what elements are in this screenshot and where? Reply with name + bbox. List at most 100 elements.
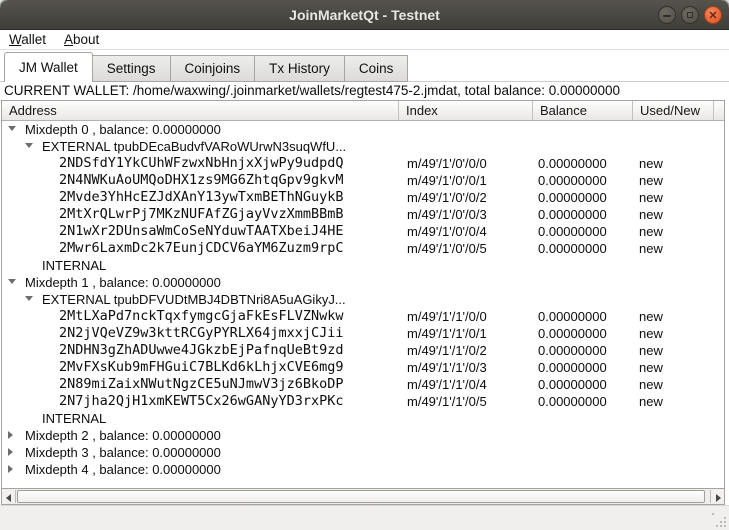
tree-group-row[interactable]: Mixdepth 3 , balance: 0.00000000 xyxy=(2,444,724,461)
chevron-down-icon[interactable] xyxy=(25,296,33,301)
balance-value: 0.00000000 xyxy=(538,189,607,206)
address-row[interactable]: 2Mvde3YhHcEZJdXAnY13ywTxmBEThNGuykB m/49'… xyxy=(2,189,724,206)
tab-coins[interactable]: Coins xyxy=(345,55,409,82)
close-icon[interactable]: ✕ xyxy=(704,6,722,24)
address-label: 2MvFXsKub9mFHGuiC7BLKd6kLhjxCVE6mg9 xyxy=(59,359,343,376)
resize-grip-icon[interactable] xyxy=(712,513,726,527)
wallet-tree: AddressIndexBalanceUsed/New Mixdepth 0 ,… xyxy=(1,100,725,505)
status-badge: new xyxy=(639,359,663,376)
menu-bar: WalletAbout xyxy=(0,30,729,50)
address-row[interactable]: 2NDHN3gZhADUwwe4JGkzbEjPafnqUeBt9zd m/49'… xyxy=(2,342,724,359)
chevron-down-icon[interactable] xyxy=(8,279,16,284)
address-label: 2N1wXr2DUnsaWmCoSeNYduwTAATXbeiJ4HE xyxy=(59,223,343,240)
group-label: Mixdepth 1 , balance: 0.00000000 xyxy=(25,274,221,291)
tree-group-row[interactable]: Mixdepth 0 , balance: 0.00000000 xyxy=(2,121,724,138)
menu-item-about[interactable]: About xyxy=(55,30,108,47)
address-label: 2N2jVQeVZ9w3kttRCGyPYRLX64jmxxjCJii xyxy=(59,325,343,342)
title-bar[interactable]: JoinMarketQt - Testnet ✕ xyxy=(0,0,729,30)
address-row[interactable]: 2NDSfdY1YkCUhWFzwxNbHnjxXjwPy9udpdQm/49'… xyxy=(2,155,724,172)
address-row[interactable]: 2N4NWKuAoUMQoDHX1zs9MG6ZhtqGpv9gkvMm/49'… xyxy=(2,172,724,189)
window-title: JoinMarketQt - Testnet xyxy=(0,0,729,30)
hd-path: m/49'/1'/1'/0/3 xyxy=(407,359,487,376)
column-header-address[interactable]: Address xyxy=(2,101,399,120)
balance-value: 0.00000000 xyxy=(538,172,607,189)
tree-group-row[interactable]: Mixdepth 2 , balance: 0.00000000 xyxy=(2,427,724,444)
chevron-down-icon[interactable] xyxy=(25,143,33,148)
tab-settings[interactable]: Settings xyxy=(93,55,171,82)
tree-group-row[interactable]: INTERNAL xyxy=(2,257,724,274)
balance-value: 0.00000000 xyxy=(538,223,607,240)
status-badge: new xyxy=(639,376,663,393)
tab-coinjoins[interactable]: Coinjoins xyxy=(171,55,256,82)
balance-value: 0.00000000 xyxy=(538,206,607,223)
scroll-left-icon[interactable] xyxy=(2,490,16,503)
hd-path: m/49'/1'/0'/0/3 xyxy=(407,206,487,223)
current-wallet-banner: CURRENT WALLET: /home/waxwing/.joinmarke… xyxy=(0,82,729,100)
tree-group-row[interactable]: Mixdepth 1 , balance: 0.00000000 xyxy=(2,274,724,291)
tab-jm-wallet[interactable]: JM Wallet xyxy=(4,52,93,82)
hd-path: m/49'/1'/0'/0/2 xyxy=(407,189,487,206)
group-label: EXTERNAL tpubDEcaBudvfVARoWUrwN3suqWfU..… xyxy=(42,138,346,155)
status-badge: new xyxy=(639,240,663,257)
tree-group-row[interactable]: INTERNAL xyxy=(2,410,724,427)
scrollbar-thumb[interactable] xyxy=(17,490,705,503)
hd-path: m/49'/1'/0'/0/1 xyxy=(407,172,487,189)
address-row[interactable]: 2N89miZaixNWutNgzCE5uNJmwV3jz6BkoDPm/49'… xyxy=(2,376,724,393)
status-badge: new xyxy=(639,206,663,223)
group-label: Mixdepth 0 , balance: 0.00000000 xyxy=(25,121,221,138)
balance-value: 0.00000000 xyxy=(538,359,607,376)
column-header-index[interactable]: Index xyxy=(399,101,533,120)
chevron-right-icon[interactable] xyxy=(8,448,13,456)
balance-value: 0.00000000 xyxy=(538,376,607,393)
hd-path: m/49'/1'/0'/0/0 xyxy=(407,155,487,172)
balance-value: 0.00000000 xyxy=(538,240,607,257)
chevron-right-icon[interactable] xyxy=(8,431,13,439)
address-label: 2Mwr6LaxmDc2k7EunjCDCV6aYM6Zuzm9rpC xyxy=(59,240,343,257)
column-header-balance[interactable]: Balance xyxy=(533,101,633,120)
address-label: 2NDHN3gZhADUwwe4JGkzbEjPafnqUeBt9zd xyxy=(59,342,343,359)
tree-body: Mixdepth 0 , balance: 0.00000000EXTERNAL… xyxy=(2,121,724,488)
hd-path: m/49'/1'/1'/0/5 xyxy=(407,393,487,410)
tree-group-row[interactable]: Mixdepth 4 , balance: 0.00000000 xyxy=(2,461,724,478)
status-badge: new xyxy=(639,155,663,172)
app-window: JoinMarketQt - Testnet ✕ WalletAbout JM … xyxy=(0,0,729,530)
balance-value: 0.00000000 xyxy=(538,393,607,410)
address-row[interactable]: 2MvFXsKub9mFHGuiC7BLKd6kLhjxCVE6mg9 m/49'… xyxy=(2,359,724,376)
menu-item-wallet[interactable]: Wallet xyxy=(0,30,55,47)
address-row[interactable]: 2MtXrQLwrPj7MKzNUFAfZGjayVvzXmmBBmBm/49'… xyxy=(2,206,724,223)
address-label: 2N7jha2QjH1xmKEWT5Cx26wGANyYD3rxPKc xyxy=(59,393,343,410)
column-header-used-new[interactable]: Used/New xyxy=(633,101,714,120)
window-controls: ✕ xyxy=(658,6,722,24)
balance-value: 0.00000000 xyxy=(538,308,607,325)
address-row[interactable]: 2Mwr6LaxmDc2k7EunjCDCV6aYM6Zuzm9rpC m/49'… xyxy=(2,240,724,257)
status-badge: new xyxy=(639,308,663,325)
address-row[interactable]: 2MtLXaPd7nckTqxfymgcGjaFkEsFLVZNwkwm/49'… xyxy=(2,308,724,325)
address-row[interactable]: 2N1wXr2DUnsaWmCoSeNYduwTAATXbeiJ4HE m/49'… xyxy=(2,223,724,240)
tab-tx-history[interactable]: Tx History xyxy=(255,55,345,82)
balance-value: 0.00000000 xyxy=(538,342,607,359)
address-row[interactable]: 2N7jha2QjH1xmKEWT5Cx26wGANyYD3rxPKc m/49'… xyxy=(2,393,724,410)
hd-path: m/49'/1'/1'/0/1 xyxy=(407,325,487,342)
hd-path: m/49'/1'/1'/0/2 xyxy=(407,342,487,359)
chevron-down-icon[interactable] xyxy=(8,126,16,131)
hd-path: m/49'/1'/0'/0/4 xyxy=(407,223,487,240)
tree-group-row[interactable]: EXTERNAL tpubDFVUDtMBJ4DBTNri8A5uAGikyJ.… xyxy=(2,291,724,308)
group-label: INTERNAL xyxy=(42,257,106,274)
chevron-right-icon[interactable] xyxy=(8,465,13,473)
status-badge: new xyxy=(639,325,663,342)
status-bar xyxy=(0,505,729,530)
group-label: Mixdepth 4 , balance: 0.00000000 xyxy=(25,461,221,478)
scroll-right-icon[interactable] xyxy=(710,490,724,503)
tree-group-row[interactable]: EXTERNAL tpubDEcaBudvfVARoWUrwN3suqWfU..… xyxy=(2,138,724,155)
address-label: 2N89miZaixNWutNgzCE5uNJmwV3jz6BkoDP xyxy=(59,376,343,393)
horizontal-scrollbar[interactable] xyxy=(2,488,724,504)
address-label: 2Mvde3YhHcEZJdXAnY13ywTxmBEThNGuykB xyxy=(59,189,343,206)
minimize-icon[interactable] xyxy=(658,6,676,24)
address-row[interactable]: 2N2jVQeVZ9w3kttRCGyPYRLX64jmxxjCJii m/49'… xyxy=(2,325,724,342)
group-label: INTERNAL xyxy=(42,410,106,427)
group-label: Mixdepth 2 , balance: 0.00000000 xyxy=(25,427,221,444)
hd-path: m/49'/1'/0'/0/5 xyxy=(407,240,487,257)
tree-header: AddressIndexBalanceUsed/New xyxy=(2,101,724,121)
maximize-icon[interactable] xyxy=(681,6,699,24)
hd-path: m/49'/1'/1'/0/0 xyxy=(407,308,487,325)
